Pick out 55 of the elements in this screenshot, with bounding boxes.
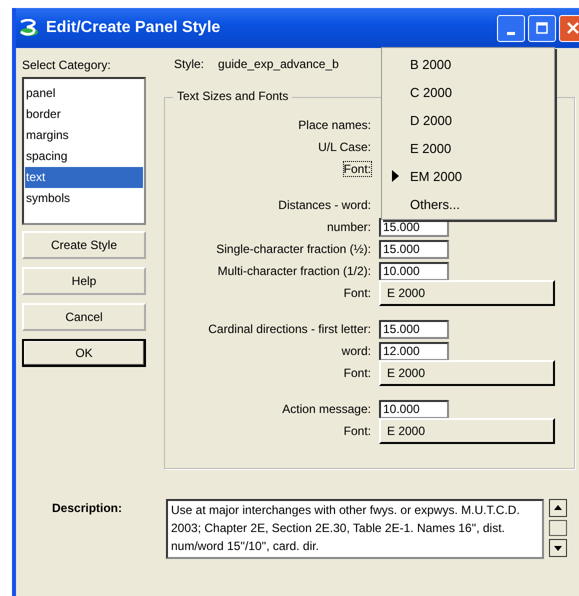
scroll-thumb[interactable] [549, 520, 567, 536]
number-field[interactable]: 15.000 [379, 320, 449, 338]
field-label: Place names: [298, 118, 371, 132]
number-field[interactable]: 10.000 [379, 400, 449, 418]
minimize-button[interactable] [497, 14, 525, 42]
maximize-icon [536, 22, 548, 34]
app-logo-icon [18, 19, 40, 37]
category-label: Select Category: [22, 58, 112, 72]
scroll-up-icon[interactable] [549, 499, 567, 517]
style-label: Style: [174, 57, 204, 71]
close-icon [567, 22, 579, 34]
category-item[interactable]: spacing [25, 146, 143, 167]
menu-item[interactable]: EM 2000 [382, 162, 554, 190]
category-item[interactable]: symbols [25, 188, 143, 209]
field-label: Font: [344, 286, 371, 300]
description-label: Description: [51, 501, 124, 515]
field-label: U/L Case: [318, 140, 371, 154]
number-field[interactable]: 10.000 [379, 262, 449, 280]
menu-item[interactable]: B 2000 [382, 50, 554, 78]
category-item[interactable]: border [25, 104, 143, 125]
group-title: Text Sizes and Fonts [173, 89, 292, 103]
dialog-button[interactable]: Create Style [22, 231, 146, 259]
menu-item[interactable]: Others... [382, 190, 554, 218]
category-item[interactable]: margins [25, 125, 143, 146]
font-button[interactable]: E 2000 [379, 418, 555, 444]
font-button[interactable]: E 2000 [379, 360, 555, 386]
number-field[interactable]: 12.000 [379, 342, 449, 360]
window-title: Edit/Create Panel Style [46, 19, 220, 37]
minimize-icon [507, 32, 515, 34]
description-field[interactable]: Use at major interchanges with other fwys. or expwys. M.U.T.C.D. 2003; Chapter 2E, Section 2E.30, Table 2E-1. Names 16'', dist. num/word 15''/10'', card. dir. [166, 499, 544, 559]
menu-item[interactable]: D 2000 [382, 106, 554, 134]
field-label: word: [342, 344, 371, 358]
style-name: guide_exp_advance_b [218, 57, 339, 71]
category-item[interactable]: panel [25, 83, 143, 104]
scrollbar[interactable] [549, 499, 567, 557]
category-item[interactable]: text [25, 167, 143, 188]
dialog-button[interactable]: Help [22, 267, 146, 295]
number-field[interactable]: 15.000 [379, 240, 449, 258]
maximize-button[interactable] [528, 14, 556, 42]
dialog-button[interactable]: OK [22, 339, 146, 367]
field-label: Action message: [282, 402, 371, 416]
menu-item[interactable]: C 2000 [382, 78, 554, 106]
field-label: Font: [344, 424, 371, 438]
field-label: Distances - word: [278, 198, 371, 212]
dialog-button[interactable]: Cancel [22, 303, 146, 331]
menu-item[interactable]: E 2000 [382, 134, 554, 162]
field-label: Cardinal directions - first letter: [208, 322, 371, 336]
close-button[interactable] [559, 14, 579, 42]
field-label: Single-character fraction (½): [216, 242, 371, 256]
font-button[interactable]: E 2000 [379, 280, 555, 306]
field-label: Font: [344, 366, 371, 380]
field-label: number: [326, 220, 371, 234]
scroll-down-icon[interactable] [549, 539, 567, 557]
field-label: Multi-character fraction (1/2): [218, 264, 371, 278]
field-label: Font: [344, 162, 371, 176]
